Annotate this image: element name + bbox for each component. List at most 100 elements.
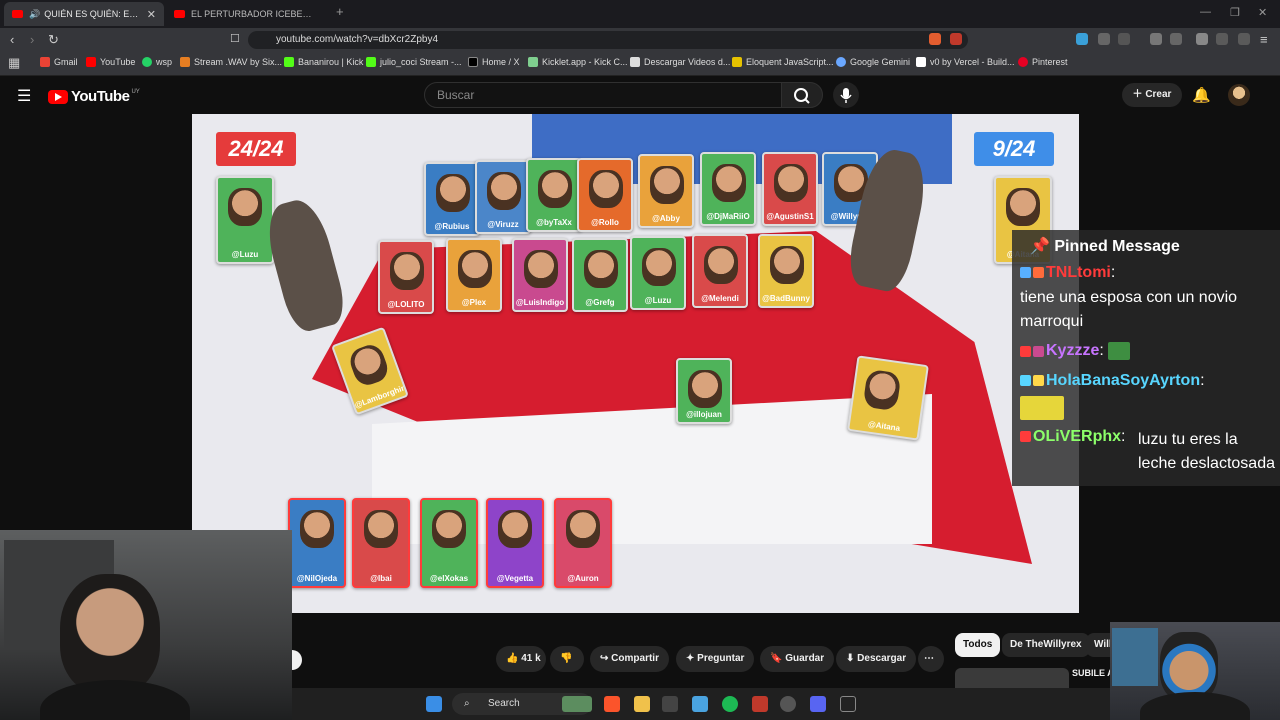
app-icon[interactable] bbox=[662, 696, 678, 712]
share-button[interactable]: ↪ Compartir bbox=[590, 646, 669, 672]
browser-tab[interactable]: EL PERTURBADOR ICEBERG DE LOS ADOLESCENT… bbox=[166, 2, 326, 26]
app-icon[interactable] bbox=[780, 696, 796, 712]
file-explorer-icon[interactable] bbox=[634, 696, 650, 712]
streamer-body bbox=[40, 680, 190, 720]
brave-icon[interactable] bbox=[604, 696, 620, 712]
chip-channel[interactable]: De TheWillyrex bbox=[1002, 633, 1090, 657]
chat-message: TNLtomi: bbox=[1020, 264, 1115, 282]
brave-shield-icon[interactable] bbox=[929, 33, 941, 45]
download-site-icon bbox=[630, 57, 640, 67]
back-icon[interactable]: ‹ bbox=[10, 32, 14, 47]
bookmark-gemini[interactable]: Google Gemini bbox=[836, 57, 910, 67]
emote bbox=[1020, 396, 1066, 420]
chip-all[interactable]: Todos bbox=[955, 633, 1001, 657]
youtube-icon bbox=[86, 57, 96, 67]
eliminated-card: @Auron bbox=[554, 498, 612, 588]
pin-icon: 📌 bbox=[1030, 238, 1055, 255]
bookmark-kicklet[interactable]: Kicklet.app - Kick C... bbox=[528, 57, 628, 67]
bookmark-pinterest[interactable]: Pinterest bbox=[1018, 57, 1068, 67]
whatsapp-icon bbox=[142, 57, 152, 67]
board-card: @Melendi bbox=[692, 234, 748, 308]
extension-icon[interactable] bbox=[1076, 33, 1088, 45]
bookmark-stream[interactable]: Stream .WAV by Six... bbox=[180, 57, 282, 67]
vpn-icon[interactable] bbox=[1238, 33, 1250, 45]
board-card: @Rubius bbox=[424, 162, 480, 236]
leo-icon[interactable] bbox=[1216, 33, 1228, 45]
chat-message: OLiVERphx: bbox=[1020, 428, 1125, 446]
new-tab-button[interactable]: + bbox=[336, 4, 344, 19]
board-card: @LOLITO bbox=[378, 240, 434, 314]
search-button[interactable] bbox=[781, 82, 823, 108]
menu-icon[interactable]: ≡ bbox=[1260, 32, 1268, 47]
bookmark-descargar[interactable]: Descargar Videos d... bbox=[630, 57, 730, 67]
gemini-icon bbox=[836, 57, 846, 67]
bookmarks-bar: ▦ Gmail YouTube wsp Stream .WAV by Six..… bbox=[0, 52, 1280, 76]
bookmark-wsp[interactable]: wsp bbox=[142, 57, 172, 67]
widget-icon[interactable] bbox=[562, 696, 592, 712]
download-button[interactable]: ⬇ Descargar bbox=[836, 646, 917, 672]
browser-tab-active[interactable]: 🔊 QUIÉN ES QUIÉN: EDICIÓN FAMOSOS ✕ bbox=[4, 2, 164, 26]
windows-start-icon[interactable] bbox=[426, 696, 442, 712]
chat-message: HolaBanaSoyAyrton: bbox=[1020, 372, 1205, 390]
browser-tab-bar: 🔊 QUIÉN ES QUIÉN: EDICIÓN FAMOSOS ✕ EL P… bbox=[0, 0, 1280, 28]
youtube-logo[interactable]: YouTube UY bbox=[48, 88, 140, 105]
notifications-bell-icon[interactable]: 🔔 bbox=[1192, 86, 1211, 104]
bookmark-gmail[interactable]: Gmail bbox=[40, 57, 78, 67]
url-field[interactable]: youtube.com/watch?v=dbXcr2Zpby4 bbox=[248, 31, 968, 49]
floor-card: @Aitana bbox=[847, 355, 929, 441]
discord-icon[interactable] bbox=[810, 696, 826, 712]
search-icon: ⌕ bbox=[464, 698, 470, 709]
bookmark-x[interactable]: Home / X bbox=[468, 57, 520, 67]
save-button[interactable]: 🔖 Guardar bbox=[760, 646, 835, 672]
wallet-icon[interactable] bbox=[1196, 33, 1208, 45]
monitor bbox=[1112, 628, 1158, 686]
dislike-button[interactable]: 👎 bbox=[550, 646, 584, 672]
spotify-icon[interactable] bbox=[722, 696, 738, 712]
recommendation-thumbnail[interactable] bbox=[955, 668, 1069, 688]
search-icon bbox=[794, 88, 810, 104]
x-icon bbox=[468, 57, 478, 67]
bookmark-bananirou[interactable]: Bananirou | Kick bbox=[284, 57, 363, 67]
x-icon[interactable] bbox=[840, 696, 856, 712]
bookmark-eloquent[interactable]: Eloquent JavaScript... bbox=[732, 57, 834, 67]
stream-icon bbox=[180, 57, 190, 67]
media-icon[interactable] bbox=[1150, 33, 1162, 45]
voice-search-button[interactable] bbox=[833, 82, 859, 108]
reload-icon[interactable]: ↻ bbox=[48, 32, 59, 48]
forward-icon[interactable]: › bbox=[30, 32, 34, 47]
close-tab-icon[interactable]: ✕ bbox=[147, 8, 156, 21]
sidebar-icon[interactable] bbox=[1170, 33, 1182, 45]
pinned-message-header: 📌 Pinned Message bbox=[1030, 238, 1180, 255]
puzzle-icon[interactable] bbox=[1098, 33, 1110, 45]
more-actions-button[interactable]: ⋯ bbox=[918, 646, 944, 672]
app-icon[interactable] bbox=[752, 696, 768, 712]
minimize-icon[interactable]: — bbox=[1200, 6, 1211, 18]
pinterest-icon bbox=[1018, 57, 1028, 67]
board-card: @BadBunny bbox=[758, 234, 814, 308]
sparkle-icon: ✦ bbox=[686, 653, 698, 664]
js-icon bbox=[732, 57, 742, 67]
restore-icon[interactable]: ❐ bbox=[1230, 6, 1240, 19]
recommendation-title[interactable]: SUBILE A bbox=[1072, 668, 1114, 678]
account-avatar[interactable] bbox=[1228, 84, 1250, 106]
bookmark-julio[interactable]: julio_coci Stream -... bbox=[366, 57, 462, 67]
photos-icon[interactable] bbox=[692, 696, 708, 712]
hamburger-menu-icon[interactable]: ☰ bbox=[17, 86, 31, 106]
plus-icon: ＋ bbox=[1132, 89, 1146, 100]
streamer-face bbox=[60, 574, 160, 694]
ask-button[interactable]: ✦ Preguntar bbox=[676, 646, 755, 672]
bookmark-youtube[interactable]: YouTube bbox=[86, 57, 135, 67]
bookmark-v0[interactable]: v0 by Vercel - Build... bbox=[916, 57, 1015, 67]
brave-rewards-icon[interactable] bbox=[950, 33, 962, 45]
close-window-icon[interactable]: ✕ bbox=[1258, 6, 1267, 19]
create-button[interactable]: ＋ Crear bbox=[1122, 83, 1182, 107]
apps-grid-icon[interactable]: ▦ bbox=[8, 55, 20, 71]
streamer-body bbox=[1140, 692, 1250, 720]
video-player[interactable]: 24/24 9/24 @Luzu @Aitana @Rubius @Viruzz… bbox=[192, 114, 1079, 613]
like-button[interactable]: 👍 41 k bbox=[496, 646, 546, 672]
search-input[interactable]: Buscar bbox=[424, 82, 782, 108]
bookmark-icon[interactable]: ☐ bbox=[230, 32, 240, 45]
speaker-icon[interactable]: 🔊 bbox=[29, 9, 40, 20]
reading-list-icon[interactable] bbox=[1118, 33, 1130, 45]
board-card: @DjMaRiiO bbox=[700, 152, 756, 226]
